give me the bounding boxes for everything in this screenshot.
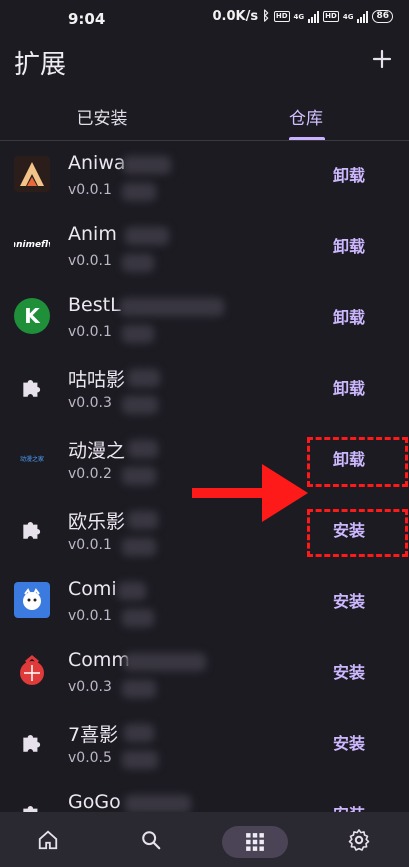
uninstall-button[interactable]: 卸载 xyxy=(329,304,369,328)
annotation-arrow-icon xyxy=(192,464,308,522)
uninstall-button[interactable]: 卸载 xyxy=(329,162,369,186)
redaction-blur xyxy=(122,254,154,272)
net-label-2: 4G xyxy=(342,12,354,21)
search-icon xyxy=(142,830,161,849)
status-time: 9:04 xyxy=(68,10,106,28)
redaction-blur xyxy=(122,538,156,556)
extension-version: v0.0.1 xyxy=(68,608,112,624)
extension-name: 咕咕影 xyxy=(68,369,126,391)
extension-version: v0.0.3 xyxy=(68,679,112,695)
list-item: K BestL v0.0.1 卸载 xyxy=(0,282,409,353)
redaction-blur xyxy=(123,156,171,174)
install-button[interactable]: 安装 xyxy=(329,659,369,683)
tab-bar: 已安装 仓库 xyxy=(0,92,409,141)
annotation-highlight-uninstall xyxy=(307,437,408,487)
list-item: 7喜影 v0.0.5 安装 xyxy=(0,708,409,779)
uninstall-button[interactable]: 卸载 xyxy=(329,233,369,257)
home-icon xyxy=(38,830,58,849)
redaction-blur xyxy=(124,724,154,742)
redaction-blur xyxy=(120,298,224,316)
gear-icon xyxy=(348,828,370,851)
install-button[interactable]: 安装 xyxy=(329,588,369,612)
grid-icon xyxy=(246,833,264,851)
redaction-blur xyxy=(122,751,158,769)
redaction-blur xyxy=(122,325,154,343)
extension-name: GoGo xyxy=(68,791,121,812)
list-item: animeflv Anim v0.0.1 卸载 xyxy=(0,211,409,282)
extension-version: v0.0.2 xyxy=(68,466,112,482)
list-item: Aniwa v0.0.1 卸载 xyxy=(0,140,409,211)
tab-repository[interactable]: 仓库 xyxy=(204,92,408,140)
redaction-blur xyxy=(122,680,156,698)
bottom-navigation xyxy=(0,812,409,867)
green-k-logo-icon: K xyxy=(14,298,50,334)
extension-name: Anim xyxy=(68,223,117,245)
extension-version: v0.0.1 xyxy=(68,537,112,553)
plus-icon xyxy=(372,49,392,69)
redaction-blur xyxy=(128,511,158,529)
extension-version: v0.0.5 xyxy=(68,750,112,766)
net-label-1: 4G xyxy=(293,12,305,21)
puzzle-icon xyxy=(14,724,50,760)
battery-icon: 86 xyxy=(372,10,393,23)
redaction-blur xyxy=(128,440,158,458)
signal-icon-2 xyxy=(357,10,369,23)
extension-name: 7喜影 xyxy=(68,724,119,746)
page-title: 扩展 xyxy=(14,50,67,80)
add-repo-button[interactable] xyxy=(367,44,397,74)
nav-settings[interactable] xyxy=(329,812,389,867)
extension-version: v0.0.3 xyxy=(68,395,112,411)
tab-installed[interactable]: 已安装 xyxy=(0,92,204,140)
puzzle-icon xyxy=(14,369,50,405)
puzzle-icon xyxy=(14,795,50,812)
list-item: Comi v0.0.1 安装 xyxy=(0,566,409,637)
extension-version: v0.0.1 xyxy=(68,182,112,198)
nav-search[interactable] xyxy=(121,812,181,867)
puzzle-icon xyxy=(14,511,50,547)
redaction-blur xyxy=(124,653,206,671)
extension-version: v0.0.1 xyxy=(68,253,112,269)
extension-name: BestL xyxy=(68,294,121,316)
comic-logo-icon xyxy=(14,582,50,618)
red-ornament-logo-icon xyxy=(14,653,50,689)
signal-icon-1 xyxy=(308,10,320,23)
redaction-blur xyxy=(125,795,191,812)
redaction-blur xyxy=(122,183,156,201)
list-item: GoGo 安装 xyxy=(0,779,409,812)
list-item: Comm v0.0.3 安装 xyxy=(0,637,409,708)
extension-name: 欧乐影 xyxy=(68,511,126,533)
extension-version: v0.0.1 xyxy=(68,324,112,340)
redaction-blur xyxy=(118,582,146,600)
redaction-blur xyxy=(128,369,160,387)
hd-badge-2: HD xyxy=(323,11,339,22)
aniwave-logo-icon xyxy=(14,156,50,192)
dongman-logo-icon: 动漫之家 xyxy=(19,455,44,463)
extension-name: Comm xyxy=(68,649,130,671)
status-indicators: 0.0K/s ᛒ HD 4G HD 4G 86 xyxy=(212,9,393,24)
extension-name: 动漫之 xyxy=(68,440,126,462)
animeflv-logo-icon: animeflv xyxy=(14,240,50,250)
hd-badge-1: HD xyxy=(273,11,290,22)
redaction-blur xyxy=(122,467,156,485)
annotation-highlight-install xyxy=(307,509,408,557)
uninstall-button[interactable]: 卸载 xyxy=(329,375,369,399)
redaction-blur xyxy=(122,396,158,414)
install-button[interactable]: 安装 xyxy=(329,801,369,812)
extension-name: Aniwa xyxy=(68,152,126,174)
redaction-blur xyxy=(125,227,169,245)
nav-home[interactable] xyxy=(18,812,78,867)
bluetooth-icon: ᛒ xyxy=(262,9,270,24)
list-item: 咕咕影 v0.0.3 卸载 xyxy=(0,353,409,424)
nav-extensions[interactable] xyxy=(222,826,288,858)
status-bar: 9:04 0.0K/s ᛒ HD 4G HD 4G 86 xyxy=(0,0,409,38)
network-speed: 0.0K/s xyxy=(212,9,259,24)
extension-name: Comi xyxy=(68,578,117,600)
redaction-blur xyxy=(122,609,154,627)
install-button[interactable]: 安装 xyxy=(329,730,369,754)
